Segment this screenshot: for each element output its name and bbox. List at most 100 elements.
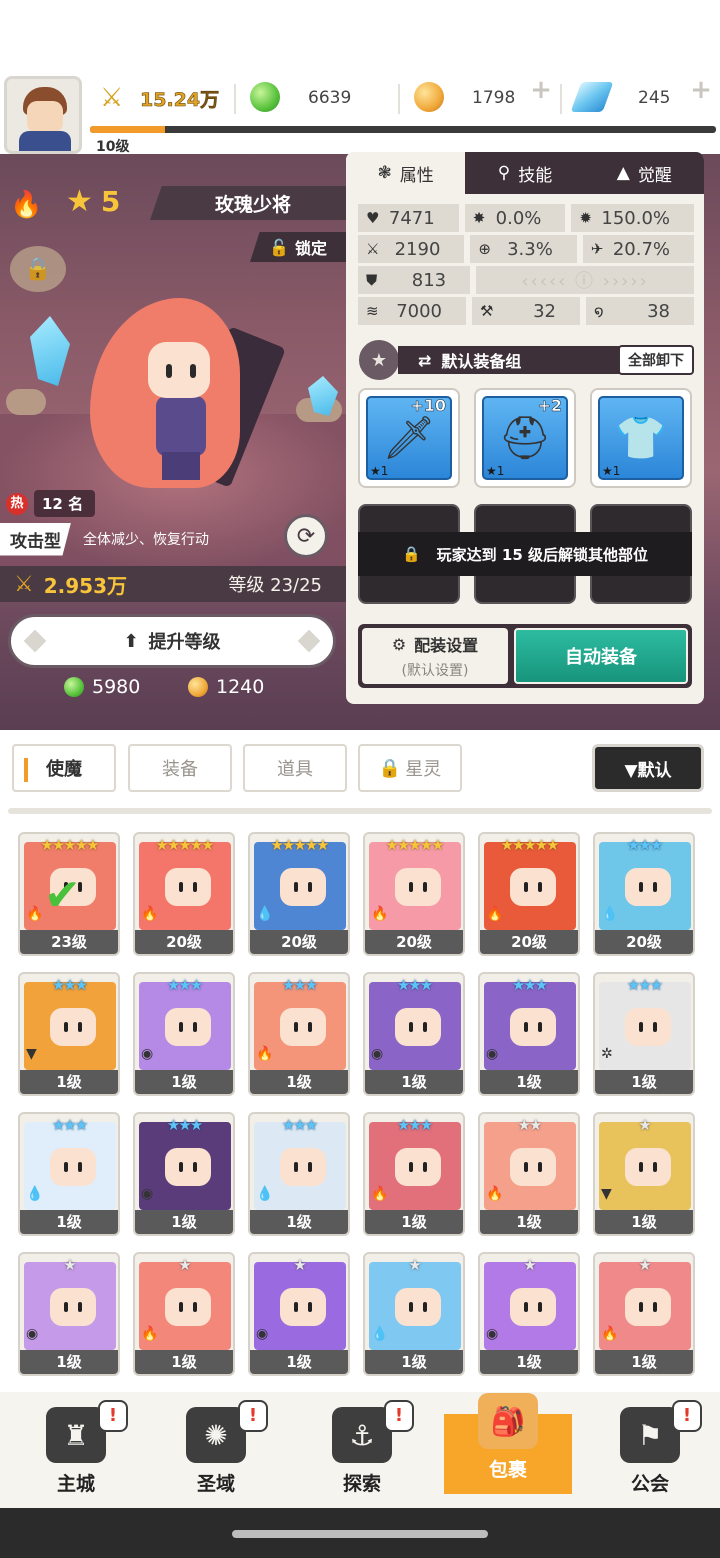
padlock-icon: 🔒 [378, 757, 402, 779]
equip-slot-helmet[interactable]: ⛑ +2 ★1 [474, 388, 576, 488]
familiar-card[interactable]: ★★★★★ 💧 20级 [248, 832, 350, 956]
tab-attributes[interactable]: ❃ 属性 [346, 152, 466, 194]
explore-icon: ⚓ [332, 1407, 392, 1463]
familiar-card[interactable]: ★ 🔥 1级 [593, 1252, 695, 1376]
familiar-card[interactable]: ★★★ 💧 20级 [593, 832, 695, 956]
inventory-tabs: 使魔 装备 道具 🔒 星灵 ▼默认 [12, 744, 708, 792]
hero-type-description: 全体减少、恢复行动 [83, 532, 209, 548]
hero-level: 等级 23/25 [228, 575, 322, 596]
nav-label: 公会 [630, 1473, 669, 1495]
familiar-face [50, 1148, 96, 1186]
familiar-face [510, 1148, 556, 1186]
star-rating: ★★★ [281, 1116, 318, 1134]
level-up-button[interactable]: ⬆ 提升等级 [8, 614, 336, 668]
tab-label: 技能 [518, 165, 553, 186]
add-gold-button[interactable]: + [528, 77, 554, 104]
nav-guild[interactable]: ⚑ 公会 ! [590, 1392, 710, 1508]
familiar-card[interactable]: ★★ 🔥 1级 [478, 1112, 580, 1236]
set-star-medal-icon[interactable]: ★ [356, 337, 402, 383]
background-crystal [30, 316, 70, 386]
familiar-card[interactable]: ★★★ ◉ 1级 [133, 972, 235, 1096]
light-element-icon: ✲ [601, 1046, 613, 1062]
familiar-level: 1级 [365, 1210, 463, 1234]
tab-star-spirits[interactable]: 🔒 星灵 [358, 744, 462, 792]
familiar-face [395, 1148, 441, 1186]
familiar-card[interactable]: ★★★★★ 🔥 20级 [363, 832, 465, 956]
familiar-level: 1级 [480, 1210, 578, 1234]
equip-slot-armor[interactable]: 👕 ★1 [590, 388, 692, 488]
tab-equipment[interactable]: 装备 [128, 744, 232, 792]
hero-face [148, 342, 210, 398]
familiar-card[interactable]: ★★★★★ 🔥 ✔ 23级 [18, 832, 120, 956]
familiar-card[interactable]: ★ ◉ 1级 [478, 1252, 580, 1376]
tab-skills[interactable]: ⚲ 技能 [465, 152, 585, 194]
nav-bag[interactable]: 🎒 包裹 [444, 1393, 572, 1494]
star-rating: ★ [638, 1256, 651, 1274]
nav-label: 包裹 [488, 1459, 527, 1481]
familiar-face [625, 1008, 671, 1046]
stat-hit: ⊕ 3.3% [470, 235, 577, 263]
lock-button[interactable]: 🔓 锁定 [250, 232, 346, 262]
familiar-card[interactable]: ★ ▼ 1级 [593, 1112, 695, 1236]
nav-sanctuary[interactable]: ✺ 圣域 ! [156, 1392, 276, 1508]
familiar-card[interactable]: ★ ◉ 1级 [18, 1252, 120, 1376]
level-up-label: 提升等级 [148, 632, 221, 653]
player-avatar[interactable] [4, 76, 82, 154]
gold-coin-icon [188, 677, 208, 697]
hero-power: 2.953万 [43, 573, 127, 598]
familiar-card[interactable]: ★ 💧 1级 [363, 1252, 465, 1376]
add-crystal-button[interactable]: + [688, 77, 714, 104]
loadout-settings-button[interactable]: ⚙ 配装设置 (默认设置) [362, 628, 508, 684]
stat-expand-row[interactable]: ‹‹‹‹‹ ⓘ ››››› [476, 266, 694, 294]
auto-equip-button[interactable]: 自动装备 [514, 628, 688, 684]
familiar-card[interactable]: ★★★ 💧 1级 [248, 1112, 350, 1236]
home-indicator[interactable] [232, 1530, 488, 1538]
sort-dropdown[interactable]: ▼默认 [592, 744, 704, 792]
avatar-face [27, 101, 63, 133]
familiar-card[interactable]: ★ 🔥 1级 [133, 1252, 235, 1376]
dark-element-icon: ◉ [486, 1326, 499, 1342]
familiar-card[interactable]: ★★★ 🔥 1级 [248, 972, 350, 1096]
equip-actions: ⚙ 配装设置 (默认设置) 自动装备 [358, 624, 692, 688]
nav-explore[interactable]: ⚓ 探索 ! [302, 1392, 422, 1508]
popularity-rank[interactable]: 热 12 名 [6, 490, 96, 517]
slot-lock-message: 玩家达到 15 级后解锁其他部位 [436, 545, 648, 564]
water-element-icon: 💧 [371, 1326, 389, 1342]
nav-label: 探索 [342, 1473, 381, 1495]
hero-body [156, 396, 206, 456]
familiar-level: 1级 [365, 1070, 463, 1094]
equip-slot-weapon[interactable]: 🗡 +10 ★1 [358, 388, 460, 488]
familiar-card[interactable]: ★★★ ▼ 1级 [18, 972, 120, 1096]
tab-familiars[interactable]: 使魔 [12, 744, 116, 792]
decor-diamond [297, 629, 321, 653]
familiar-card[interactable]: ★★★ ✲ 1级 [593, 972, 695, 1096]
sunburst-icon: ✹ [579, 209, 592, 227]
swap-icon: ⇄ [418, 350, 432, 370]
rank-text: 12 名 [34, 490, 96, 517]
unequip-all-button[interactable]: 全部卸下 [618, 345, 694, 375]
chevron-icon: ‹‹‹‹‹ ⓘ ››››› [521, 271, 649, 292]
familiar-card[interactable]: ★★★ ◉ 1级 [363, 972, 465, 1096]
star-rating: ★★★ [166, 976, 203, 994]
familiar-level: 20级 [135, 930, 233, 954]
equip-set-selector[interactable]: ⇄ 默认装备组 [398, 346, 624, 374]
hero-character [70, 292, 330, 492]
dark-element-icon: ◉ [141, 1186, 154, 1202]
familiar-face [395, 1008, 441, 1046]
familiar-card[interactable]: ★ ◉ 1级 [248, 1252, 350, 1376]
familiar-card[interactable]: ★★★★★ 🔥 20级 [133, 832, 235, 956]
locked-pet-icon[interactable]: 🔒 [10, 246, 66, 292]
star-rating: ★★★ [626, 836, 663, 854]
tab-items[interactable]: 道具 [243, 744, 347, 792]
hot-icon: 热 [6, 492, 28, 515]
rotate-view-button[interactable]: ⟳ [284, 514, 328, 558]
padlock-icon: 🔒 [401, 545, 421, 563]
familiar-card[interactable]: ★★★ 🔥 1级 [363, 1112, 465, 1236]
nav-main-city[interactable]: ♜ 主城 ! [16, 1392, 136, 1508]
shield-icon: ⛊ [366, 271, 378, 289]
familiar-card[interactable]: ★★★ ◉ 1级 [133, 1112, 235, 1236]
familiar-card[interactable]: ★★★★★ 🔥 20级 [478, 832, 580, 956]
familiar-card[interactable]: ★★★ 💧 1级 [18, 1112, 120, 1236]
tab-awaken[interactable]: ▲ 觉醒 [584, 152, 704, 194]
familiar-card[interactable]: ★★★ ◉ 1级 [478, 972, 580, 1096]
